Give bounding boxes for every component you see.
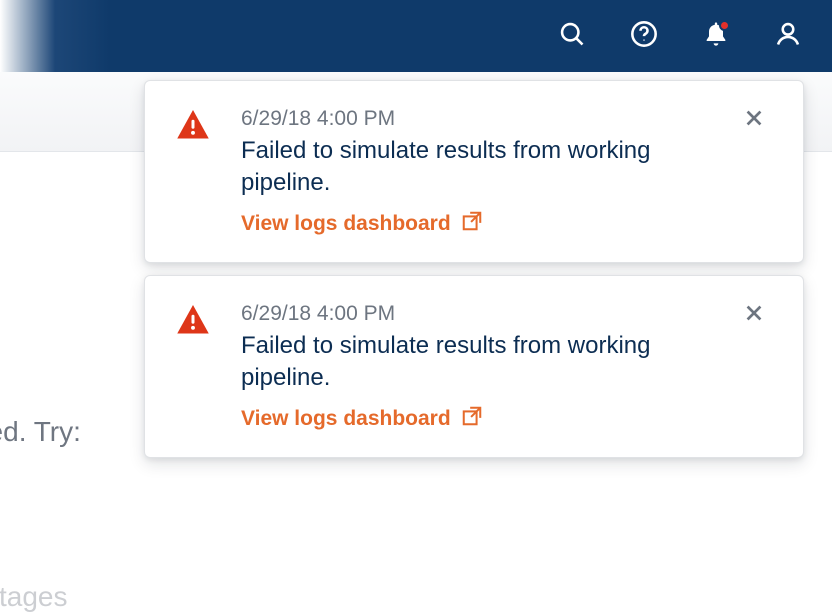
top-header <box>0 0 832 72</box>
help-button[interactable] <box>628 20 660 52</box>
link-label: View logs dashboard <box>241 212 451 236</box>
account-button[interactable] <box>772 20 804 52</box>
search-button[interactable] <box>556 20 588 52</box>
external-link-icon <box>461 210 483 238</box>
close-icon <box>743 311 765 328</box>
view-logs-link[interactable]: View logs dashboard <box>241 210 483 238</box>
toast-stack: 6/29/18 4:00 PM Failed to simulate resul… <box>144 80 804 458</box>
toast-message: Failed to simulate results from working … <box>241 330 721 395</box>
toast-body: 6/29/18 4:00 PM Failed to simulate resul… <box>241 107 727 238</box>
warning-icon <box>175 107 225 148</box>
notification-badge <box>719 20 730 31</box>
view-logs-link[interactable]: View logs dashboard <box>241 405 483 433</box>
link-label: View logs dashboard <box>241 407 451 431</box>
dismiss-toast-button[interactable] <box>743 302 773 329</box>
close-icon <box>743 116 765 133</box>
background-text-fragment: stages <box>0 577 68 612</box>
notifications-button[interactable] <box>700 20 732 52</box>
toast-message: Failed to simulate results from working … <box>241 135 721 200</box>
dismiss-toast-button[interactable] <box>743 107 773 134</box>
user-icon <box>774 20 802 53</box>
background-text-fragment: ired. Try: <box>0 412 81 451</box>
error-toast: 6/29/18 4:00 PM Failed to simulate resul… <box>144 275 804 458</box>
help-icon <box>630 20 658 53</box>
external-link-icon <box>461 405 483 433</box>
toast-timestamp: 6/29/18 4:00 PM <box>241 302 727 326</box>
toast-timestamp: 6/29/18 4:00 PM <box>241 107 727 131</box>
content-panel: ired. Try: stages 6/29/18 4:00 PM Failed… <box>0 72 832 612</box>
toast-body: 6/29/18 4:00 PM Failed to simulate resul… <box>241 302 727 433</box>
search-icon <box>558 20 586 53</box>
error-toast: 6/29/18 4:00 PM Failed to simulate resul… <box>144 80 804 263</box>
header-fade <box>0 0 110 72</box>
warning-icon <box>175 302 225 343</box>
